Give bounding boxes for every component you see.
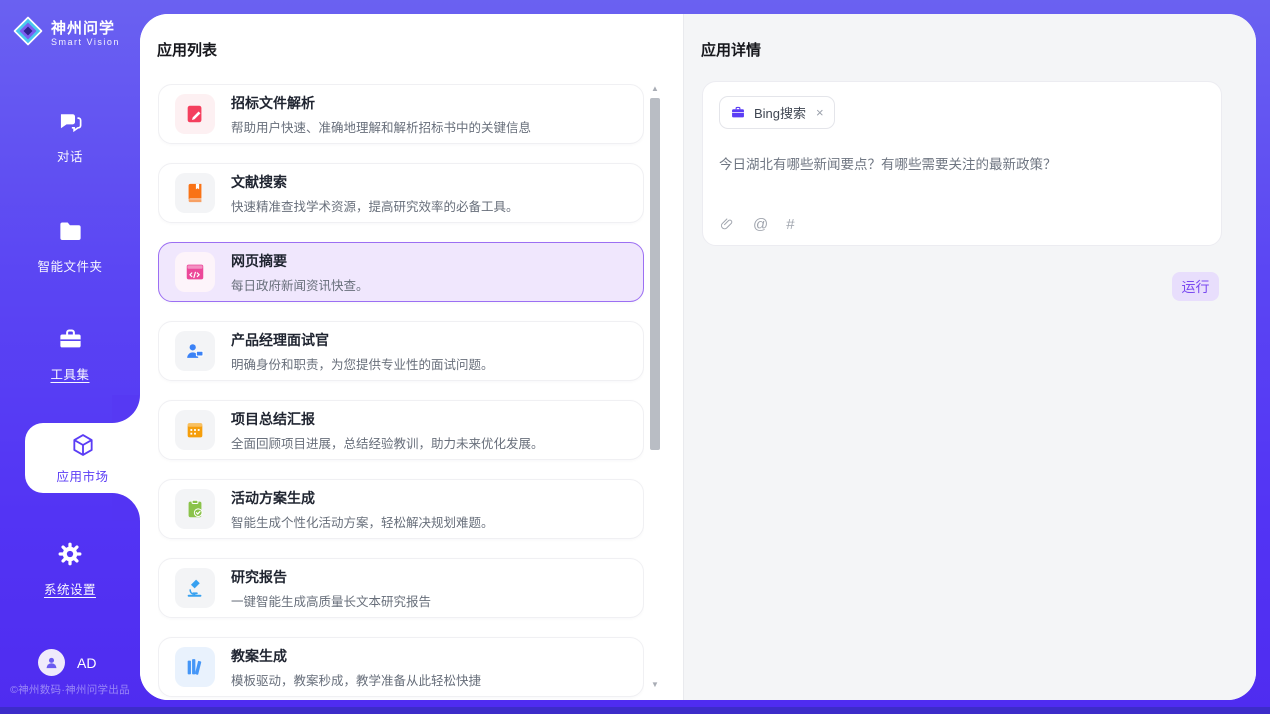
sidebar-item-label: 应用市场 — [25, 466, 140, 485]
app-card-title: 项目总结汇报 — [231, 409, 544, 429]
app-card[interactable]: 网页摘要 每日政府新闻资讯快查。 — [158, 242, 644, 302]
prompt-toolbar: @ # — [719, 216, 795, 233]
app-card-title: 招标文件解析 — [231, 93, 531, 113]
sidebar-item-smart-folder[interactable]: 智能文件夹 — [0, 218, 140, 275]
app-card-list: 招标文件解析 帮助用户快速、准确地理解和解析招标书中的关键信息 文献搜索 快速精… — [158, 84, 644, 700]
scrollbar-thumb[interactable] — [650, 98, 660, 450]
brand-gem-icon — [13, 16, 43, 51]
app-card-tile — [175, 331, 215, 371]
app-card-tile — [175, 647, 215, 687]
app-card-tile — [175, 410, 215, 450]
document-edit-icon — [184, 103, 206, 125]
app-card-tile — [175, 94, 215, 134]
tool-tag-bing-search[interactable]: Bing搜索 × — [719, 96, 835, 129]
browser-code-icon — [184, 261, 206, 283]
cube-icon — [70, 432, 96, 458]
app-list-scrollbar[interactable]: ▲ ▼ — [649, 84, 661, 690]
app-card-desc: 全面回顾项目进展，总结经验教训，助力未来优化发展。 — [231, 433, 544, 452]
window-bottom-edge — [0, 707, 1270, 714]
app-detail-panel: 应用详情 Bing搜索 × 今日湖北有哪些新闻要点？有哪些需要关注的最新政策？ … — [684, 14, 1256, 700]
books-icon — [184, 656, 206, 678]
brand-name: 神州问学 — [51, 20, 120, 37]
app-list-title: 应用列表 — [157, 39, 217, 60]
sidebar-item-app-market[interactable]: 应用市场 — [25, 423, 140, 493]
brand-subtitle: Smart Vision — [51, 37, 120, 47]
content-shell: 应用列表 招标文件解析 帮助用户快速、准确地理解和解析招标书中的关键信息 文献搜… — [140, 14, 1256, 700]
at-mention-icon[interactable]: @ — [753, 216, 768, 233]
app-card-title: 活动方案生成 — [231, 488, 494, 508]
app-card[interactable]: 活动方案生成 智能生成个性化活动方案，轻松解决规划难题。 — [158, 479, 644, 539]
gear-icon — [56, 540, 84, 567]
app-list-panel: 应用列表 招标文件解析 帮助用户快速、准确地理解和解析招标书中的关键信息 文献搜… — [140, 14, 684, 700]
paperclip-icon[interactable] — [719, 216, 735, 233]
app-card-desc: 每日政府新闻资讯快查。 — [231, 275, 369, 294]
app-card-title: 产品经理面试官 — [231, 330, 494, 350]
app-card-desc: 快速精准查找学术资源，提高研究效率的必备工具。 — [231, 196, 519, 215]
sidebar-item-toolset[interactable]: 工具集 — [0, 326, 140, 383]
sidebar-item-label: 工具集 — [0, 364, 140, 383]
prompt-card: Bing搜索 × 今日湖北有哪些新闻要点？有哪些需要关注的最新政策？ @ # — [702, 81, 1222, 246]
sidebar-item-chat[interactable]: 对话 — [0, 108, 140, 165]
app-card[interactable]: 招标文件解析 帮助用户快速、准确地理解和解析招标书中的关键信息 — [158, 84, 644, 144]
bubble-curve-top — [112, 395, 140, 423]
close-icon[interactable]: × — [816, 105, 824, 120]
app-card-desc: 模板驱动，教案秒成，教学准备从此轻松快捷 — [231, 670, 481, 689]
microscope-icon — [184, 577, 206, 599]
clipboard-check-icon — [184, 498, 206, 520]
tool-tag-label: Bing搜索 — [754, 103, 806, 122]
sidebar-item-settings[interactable]: 系统设置 — [0, 540, 140, 598]
app-card-title: 研究报告 — [231, 567, 431, 587]
app-card[interactable]: 项目总结汇报 全面回顾项目进展，总结经验教训，助力未来优化发展。 — [158, 400, 644, 460]
calendar-icon — [184, 419, 206, 441]
run-button[interactable]: 运行 — [1172, 272, 1219, 301]
toolbox-icon — [56, 326, 85, 353]
app-card[interactable]: 文献搜索 快速精准查找学术资源，提高研究效率的必备工具。 — [158, 163, 644, 223]
app-detail-title: 应用详情 — [701, 39, 761, 60]
chat-icon — [57, 108, 84, 135]
app-card-desc: 帮助用户快速、准确地理解和解析招标书中的关键信息 — [231, 117, 531, 136]
brand-logo: 神州问学 Smart Vision — [13, 16, 120, 51]
app-card-title: 文献搜索 — [231, 172, 519, 192]
copyright-text: ©神州数码·神州问学出品 — [0, 682, 140, 697]
app-card-desc: 一键智能生成高质量长文本研究报告 — [231, 591, 431, 610]
app-card-tile — [175, 568, 215, 608]
user-account[interactable]: AD — [38, 649, 96, 676]
sidebar: 神州问学 Smart Vision 对话 智能文件夹 工具集 应用市场 系统设置 — [0, 0, 140, 714]
scroll-down-icon[interactable]: ▼ — [649, 680, 661, 690]
bubble-curve-bottom — [112, 493, 140, 521]
app-card[interactable]: 教案生成 模板驱动，教案秒成，教学准备从此轻松快捷 — [158, 637, 644, 697]
interviewer-icon — [184, 340, 206, 362]
prompt-input[interactable]: 今日湖北有哪些新闻要点？有哪些需要关注的最新政策？ — [719, 155, 1205, 175]
app-card[interactable]: 研究报告 一键智能生成高质量长文本研究报告 — [158, 558, 644, 618]
app-card-tile — [175, 252, 215, 292]
sidebar-item-label: 系统设置 — [0, 579, 140, 598]
app-card-tile — [175, 173, 215, 213]
sidebar-item-label: 智能文件夹 — [0, 256, 140, 275]
app-card-tile — [175, 489, 215, 529]
hash-tag-icon[interactable]: # — [786, 216, 794, 233]
app-card-title: 网页摘要 — [231, 251, 369, 271]
book-icon — [184, 182, 206, 204]
app-card-desc: 智能生成个性化活动方案，轻松解决规划难题。 — [231, 512, 494, 531]
app-card-desc: 明确身份和职责，为您提供专业性的面试问题。 — [231, 354, 494, 373]
briefcase-icon — [730, 105, 746, 120]
app-card[interactable]: 产品经理面试官 明确身份和职责，为您提供专业性的面试问题。 — [158, 321, 644, 381]
sidebar-item-label: 对话 — [0, 146, 140, 165]
scroll-up-icon[interactable]: ▲ — [649, 84, 661, 94]
user-initials: AD — [77, 655, 96, 671]
folder-icon — [57, 218, 84, 245]
app-card-title: 教案生成 — [231, 646, 481, 666]
avatar — [38, 649, 65, 676]
